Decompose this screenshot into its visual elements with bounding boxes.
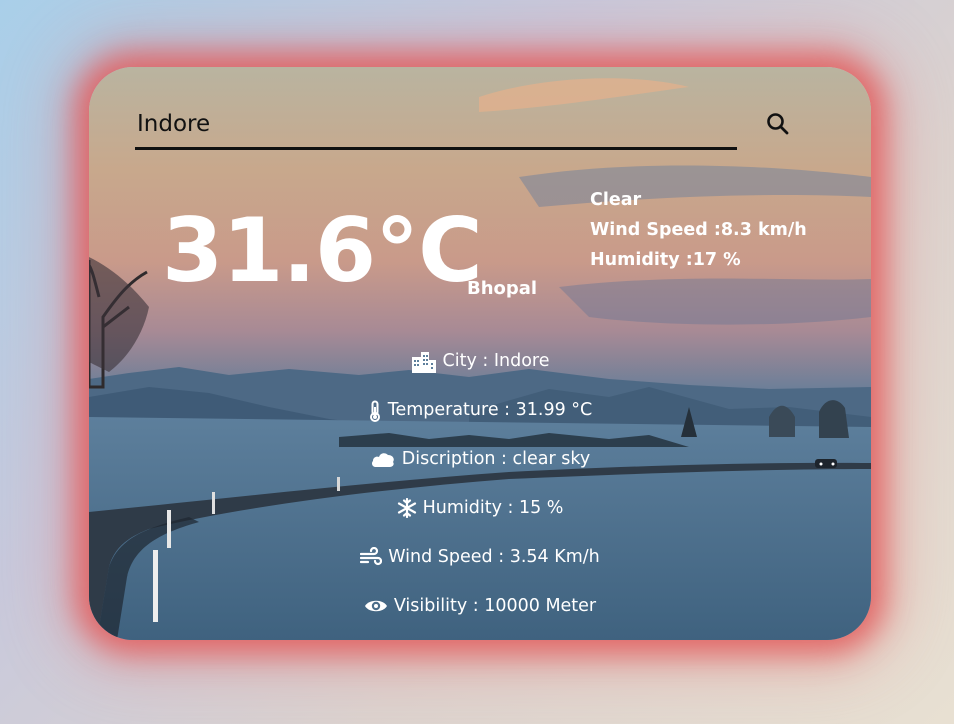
detail-description: Discription : clear sky	[89, 449, 871, 498]
search-input[interactable]	[137, 107, 717, 141]
detail-wind-text: Wind Speed : 3.54 Km/h	[388, 547, 600, 567]
wind-speed-text: Wind Speed :8.3 km/h	[590, 220, 807, 240]
current-city: Bhopal	[467, 278, 538, 299]
snowflake-icon	[397, 498, 416, 518]
city-icon	[411, 352, 436, 373]
search-bar	[135, 101, 737, 150]
condition-text: Clear	[590, 190, 642, 210]
thermometer-icon	[369, 400, 380, 422]
current-temperature: 31.6°C	[162, 199, 483, 302]
detail-wind: Wind Speed : 3.54 Km/h	[89, 547, 871, 596]
detail-city-text: City : Indore	[442, 351, 550, 371]
cloud-icon	[371, 453, 394, 467]
search-icon	[767, 113, 789, 135]
search-button[interactable]	[765, 111, 791, 137]
detail-temperature-text: Temperature : 31.99 °C	[387, 400, 593, 420]
current-summary: Clear Wind Speed :8.3 km/h Humidity :17 …	[590, 185, 807, 275]
weather-card: 31.6°C Bhopal Clear Wind Speed :8.3 km/h…	[89, 67, 871, 640]
wind-icon	[360, 547, 383, 566]
detail-temperature: Temperature : 31.99 °C	[89, 400, 871, 449]
detail-description-text: Discription : clear sky	[401, 449, 591, 469]
detail-visibility-text: Visibility : 10000 Meter	[393, 596, 597, 616]
weather-details: City : Indore Temperature : 31.99 °C Dis…	[89, 351, 871, 640]
detail-humidity: Humidity : 15 %	[89, 498, 871, 547]
detail-visibility: Visibility : 10000 Meter	[89, 596, 871, 640]
detail-city: City : Indore	[89, 351, 871, 400]
detail-humidity-text: Humidity : 15 %	[422, 498, 564, 518]
eye-icon	[364, 600, 387, 612]
humidity-text: Humidity :17 %	[590, 250, 741, 270]
